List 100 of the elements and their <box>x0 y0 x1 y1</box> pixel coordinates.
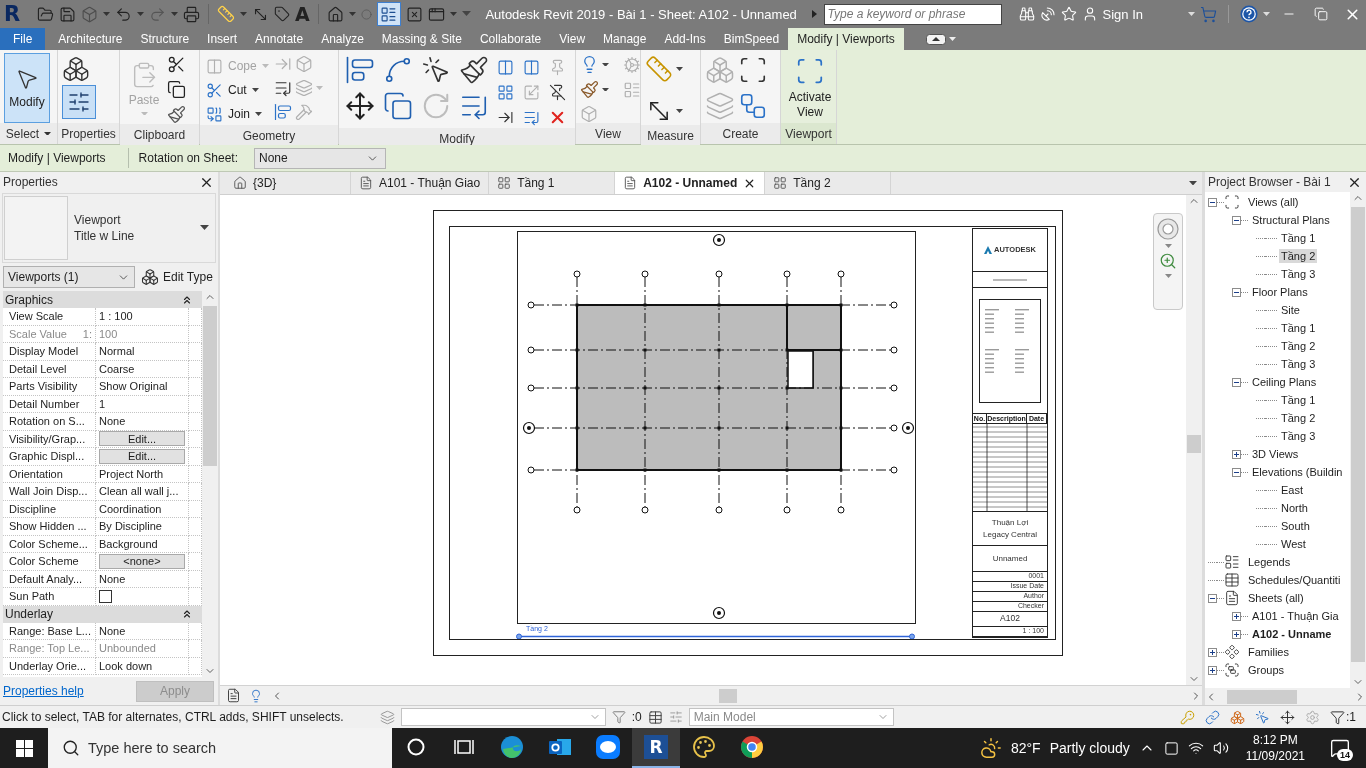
ribbon-tab[interactable]: Architecture <box>49 28 132 50</box>
save-icon[interactable] <box>59 5 76 23</box>
geometry-button[interactable]: Cut <box>204 79 261 101</box>
temperature[interactable]: 82°F <box>1010 740 1041 756</box>
ruler-icon[interactable] <box>645 55 673 83</box>
move-icon[interactable] <box>1280 709 1295 725</box>
list-toggle-button[interactable] <box>376 2 401 26</box>
elevation-marker[interactable] <box>712 606 726 620</box>
align-icon[interactable] <box>345 55 375 85</box>
vertical-scrollbar[interactable] <box>1186 195 1202 685</box>
unpin-icon[interactable] <box>548 83 566 101</box>
expand-icon[interactable] <box>1208 665 1217 675</box>
scrollbar-thumb[interactable] <box>1227 689 1297 704</box>
grid-icon[interactable] <box>496 83 514 101</box>
layers-icon[interactable] <box>379 709 395 725</box>
brush-icon[interactable] <box>459 55 489 85</box>
tree-item[interactable]: Views (all) <box>1246 195 1301 209</box>
funnel-icon[interactable] <box>611 710 626 724</box>
expand-icon[interactable] <box>1232 449 1241 459</box>
document-icon[interactable] <box>226 688 241 703</box>
properties-toggle[interactable] <box>62 85 96 119</box>
zoom-icon[interactable] <box>1159 251 1177 270</box>
edit-type-button[interactable]: Edit Type <box>141 268 213 286</box>
property-value[interactable]: Show Original <box>99 380 168 393</box>
undo-icon[interactable] <box>115 5 132 23</box>
palette-icon[interactable] <box>692 735 716 759</box>
scrollbar-thumb[interactable] <box>1187 435 1201 453</box>
copy-icon[interactable] <box>167 80 186 99</box>
property-value[interactable]: None <box>99 572 126 585</box>
tree-item[interactable]: South <box>1279 519 1312 533</box>
sliders-icon[interactable] <box>668 710 683 724</box>
viewport-frame[interactable] <box>517 231 916 624</box>
ribbon-tab[interactable]: Collaborate <box>470 28 551 50</box>
collapse-icon[interactable] <box>1232 377 1241 387</box>
tag-icon[interactable] <box>274 6 290 22</box>
app-glyph[interactable]: R <box>644 735 668 759</box>
right-arrow-icon[interactable] <box>811 10 817 18</box>
tree-item[interactable]: Floor Plans <box>1250 285 1310 299</box>
print-icon[interactable] <box>183 5 200 23</box>
columns-icon[interactable] <box>522 58 540 76</box>
rotation-select[interactable]: None <box>254 147 386 169</box>
property-value[interactable]: Project North <box>99 467 164 480</box>
columns-icon[interactable] <box>496 58 514 76</box>
expand-icon[interactable] <box>1232 611 1241 621</box>
ribbon-tab[interactable]: Modify | Viewports <box>788 28 904 50</box>
tricolor-circle-icon[interactable] <box>740 735 764 759</box>
workflow-icon[interactable] <box>738 91 768 121</box>
modify-button[interactable]: Modify <box>4 53 50 123</box>
property-value[interactable]: Clean all wall j... <box>99 485 179 498</box>
tree-item[interactable]: Elevations (Buildin <box>1250 465 1345 479</box>
edit-button[interactable]: Edit... <box>99 448 185 464</box>
edit-button[interactable]: Edit... <box>99 431 185 447</box>
folder-icon[interactable] <box>37 5 54 23</box>
lightbulb-icon[interactable] <box>249 688 263 703</box>
ribbon-tab[interactable]: Add-Ins <box>655 28 715 50</box>
collapse-icon[interactable] <box>1208 593 1217 603</box>
expand-icon[interactable] <box>1208 647 1217 657</box>
tree-item[interactable]: Sheets (all) <box>1246 591 1306 605</box>
square-icon[interactable] <box>1163 740 1179 756</box>
document-tab[interactable]: A101 - Thuận Giao <box>351 172 490 194</box>
document-tab[interactable]: {3D} <box>225 172 351 194</box>
document-tab[interactable]: A102 - Unnamed <box>615 172 766 194</box>
ribbon-tab[interactable]: Annotate <box>246 28 313 50</box>
tree-item[interactable]: Tầng 1 <box>1279 321 1318 335</box>
tree-item[interactable]: A102 - Unname <box>1250 627 1334 641</box>
ribbon-tab[interactable]: Insert <box>198 28 247 50</box>
properties-help-link[interactable]: Properties help <box>3 684 84 698</box>
ruler-icon[interactable] <box>217 5 235 23</box>
tree-item[interactable]: North <box>1279 501 1310 515</box>
collapse-icon[interactable] <box>181 608 193 620</box>
chat-bubble-icon[interactable] <box>596 735 620 759</box>
binoculars-icon[interactable] <box>1018 6 1035 22</box>
filter-select[interactable]: Viewports (1) <box>3 266 135 288</box>
edit-button[interactable]: <none> <box>99 553 185 569</box>
property-value[interactable]: 1 : 100 <box>99 310 133 323</box>
caret-icon[interactable] <box>948 37 956 41</box>
tree-item[interactable]: Tầng 3 <box>1279 267 1318 281</box>
expand-icon[interactable] <box>1232 629 1241 639</box>
wifi-icon[interactable] <box>1187 740 1204 756</box>
property-value[interactable]: None <box>99 415 126 428</box>
tree-item[interactable]: Groups <box>1246 663 1287 677</box>
tree-item[interactable]: Ceiling Plans <box>1250 375 1319 389</box>
collapse-icon[interactable] <box>1232 215 1241 225</box>
cloud-sun-icon[interactable] <box>979 737 1002 759</box>
property-value[interactable]: Background <box>99 537 158 550</box>
ribbon-tab[interactable]: View <box>550 28 595 50</box>
tree-item[interactable]: East <box>1279 483 1305 497</box>
move-icon[interactable] <box>345 91 375 121</box>
geometry-button[interactable]: Join <box>204 103 264 125</box>
tree-item[interactable]: Legends <box>1246 555 1293 569</box>
tree-item[interactable]: Schedules/Quantiti <box>1246 573 1343 587</box>
window-icon[interactable] <box>427 5 445 23</box>
list-end-icon[interactable] <box>273 79 292 97</box>
brush-icon[interactable] <box>167 105 186 124</box>
tree-item[interactable]: Structural Plans <box>1250 213 1332 227</box>
weather-condition[interactable]: Partly cloudy <box>1049 740 1130 756</box>
task-view-icon[interactable] <box>454 738 474 756</box>
align-icon[interactable] <box>273 103 292 121</box>
property-value[interactable]: Coordination <box>99 502 162 515</box>
text-tool-button[interactable]: A <box>295 4 310 24</box>
